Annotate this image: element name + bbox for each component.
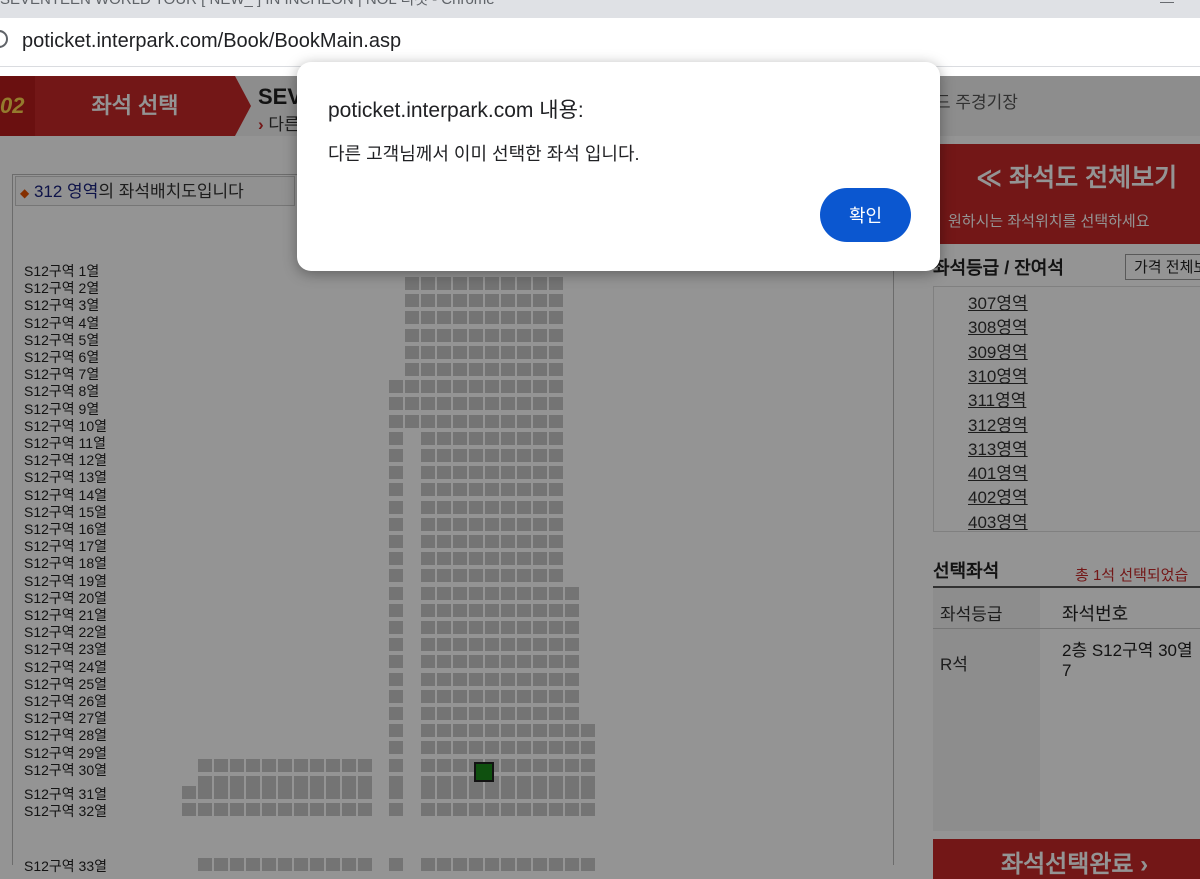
- site-info-icon[interactable]: [0, 30, 8, 48]
- alert-dialog: poticket.interpark.com 내용: 다른 고객님께서 이미 선…: [297, 62, 940, 271]
- dialog-message: 다른 고객님께서 이미 선택한 좌석 입니다.: [328, 144, 640, 164]
- dialog-title: poticket.interpark.com 내용:: [328, 99, 584, 122]
- window-title: SEVENTEEN WORLD TOUR [ NEW_ ] IN INCHEON…: [0, 0, 495, 9]
- minimize-icon[interactable]: —: [1160, 0, 1174, 8]
- window-titlebar: SEVENTEEN WORLD TOUR [ NEW_ ] IN INCHEON…: [0, 0, 1200, 18]
- url-text[interactable]: poticket.interpark.com/Book/BookMain.asp: [22, 30, 401, 53]
- ok-button[interactable]: 확인: [820, 188, 911, 242]
- address-bar[interactable]: poticket.interpark.com/Book/BookMain.asp: [0, 18, 1200, 67]
